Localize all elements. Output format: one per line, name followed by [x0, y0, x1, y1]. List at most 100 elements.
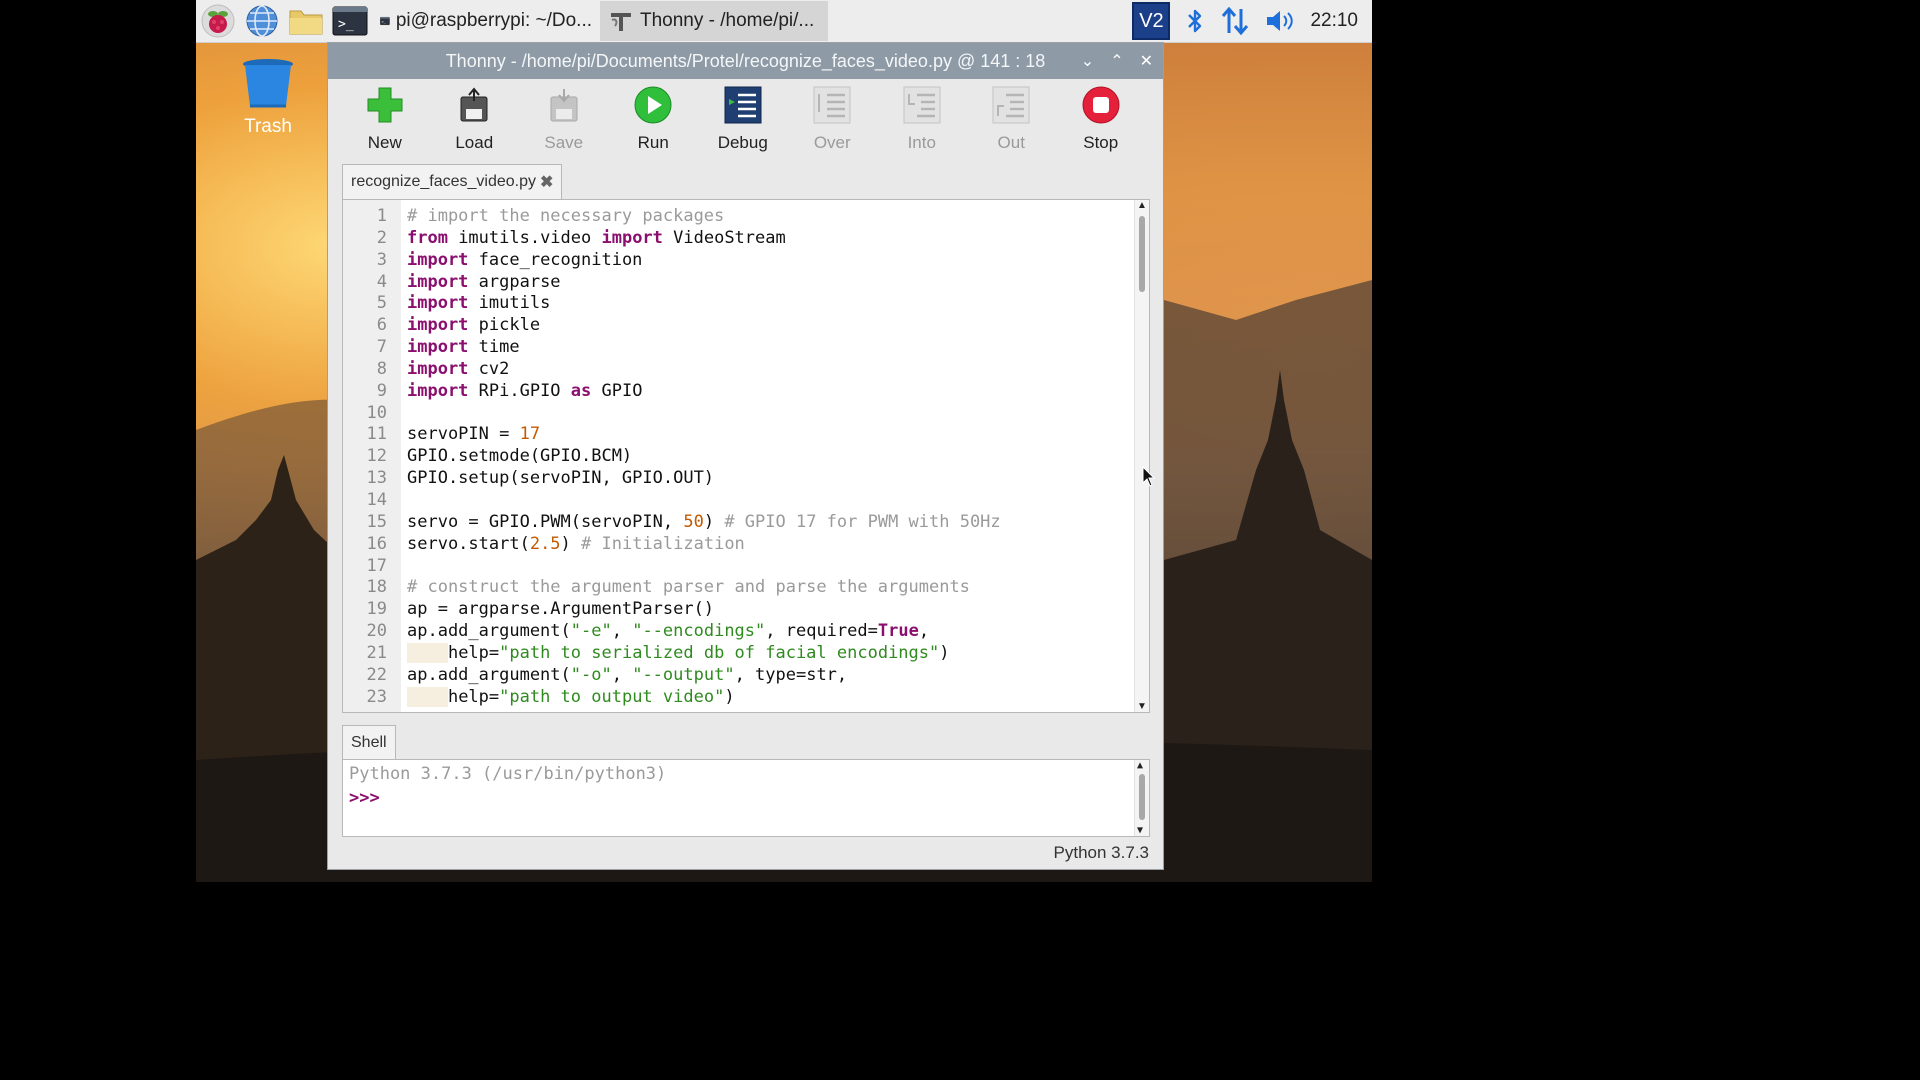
editor-tabs: recognize_faces_video.py ✖ — [342, 164, 563, 199]
taskbar-terminal-label: pi@raspberrypi: ~/Do... — [395, 10, 592, 31]
editor-scroll-thumb[interactable] — [1139, 216, 1145, 292]
thonny-window: Thonny - /home/pi/Documents/Protel/recog… — [327, 42, 1164, 870]
step-over-icon — [813, 86, 851, 124]
code-text: ap.add_argument("-e", "--encodings", req… — [407, 621, 930, 642]
shell-scroll-thumb[interactable] — [1139, 774, 1145, 820]
terminal-launcher[interactable]: >_ — [328, 0, 372, 42]
code-line: 15 servo = GPIO.PWM(servoPIN, 50) # GPIO … — [343, 512, 1137, 534]
code-line: 9 import RPi.GPIO as GPIO — [343, 381, 1137, 403]
thonny-icon — [611, 13, 631, 31]
trash-label: Trash — [244, 116, 292, 137]
code-text: import imutils — [407, 293, 551, 314]
run-button[interactable]: Run — [609, 79, 699, 153]
save-button[interactable]: Save — [519, 79, 609, 153]
code-editor[interactable]: 1 # import the necessary packages 2 from im… — [342, 199, 1150, 713]
code-line: 6 import pickle — [343, 315, 1137, 337]
save-icon — [550, 89, 578, 122]
line-number: 1 — [376, 206, 387, 226]
bluetooth-icon[interactable] — [1184, 7, 1206, 35]
code-line: 3 import face_recognition — [343, 250, 1137, 272]
line-number: 22 — [366, 664, 387, 685]
code-line: 12 GPIO.setmode(GPIO.BCM) — [343, 446, 1137, 468]
window-titlebar[interactable]: Thonny - /home/pi/Documents/Protel/recog… — [328, 43, 1163, 79]
stop-button[interactable]: Stop — [1056, 79, 1146, 153]
code-text: servo = GPIO.PWM(servoPIN, 50) # GPIO 17… — [407, 511, 1001, 532]
code-line: 18 # construct the argument parser and pa… — [343, 577, 1137, 599]
scroll-down-icon[interactable]: ▼ — [1137, 701, 1147, 712]
line-number: 3 — [376, 249, 387, 270]
status-python-version: Python 3.7.3 — [1053, 843, 1149, 862]
editor-tab-file[interactable]: recognize_faces_video.py ✖ — [342, 164, 563, 199]
line-number: 20 — [366, 621, 387, 642]
over-label: Over — [813, 133, 851, 152]
code-line: 7 import time — [343, 337, 1137, 359]
code-line: 16 servo.start(2.5) # Initialization — [343, 534, 1137, 556]
file-manager-launcher[interactable] — [284, 0, 328, 42]
code-text: from imutils.video import VideoStream — [407, 227, 786, 248]
debug-button[interactable]: Debug — [698, 79, 788, 153]
taskbar-thonny-label: Thonny - /home/pi/... — [640, 10, 815, 31]
code-text: servoPIN = 17 — [407, 424, 541, 445]
close-icon[interactable]: ✕ — [1140, 51, 1153, 71]
line-number: 17 — [366, 555, 387, 576]
new-button[interactable]: New — [340, 79, 430, 153]
shell-scrollbar[interactable]: ▲ ▼ — [1134, 760, 1149, 836]
folder-icon — [289, 10, 323, 35]
shell-panel[interactable]: Python 3.7.3 (/usr/bin/python3) >>> ▲ ▼ — [342, 759, 1150, 837]
network-transfer-icon[interactable] — [1220, 6, 1250, 36]
top-panel: >_ >_ pi@raspberrypi: ~/Do... Thonny - /… — [196, 0, 1372, 43]
minimize-icon[interactable]: ⌄ — [1081, 51, 1094, 71]
code-text: import RPi.GPIO as GPIO — [407, 380, 643, 401]
raspberry-menu-button[interactable] — [196, 0, 240, 42]
code-line: 8 import cv2 — [343, 359, 1137, 381]
trash-desktop-icon[interactable]: Trash — [236, 56, 300, 138]
line-number: 7 — [376, 337, 387, 358]
code-text: help="path to serialized db of facial en… — [407, 642, 950, 665]
code-text: GPIO.setmode(GPIO.BCM) — [407, 446, 633, 467]
volume-icon[interactable] — [1264, 7, 1296, 35]
taskbar-terminal-window[interactable]: >_ pi@raspberrypi: ~/Do... — [372, 1, 600, 41]
step-out-icon — [992, 86, 1030, 124]
code-text: import cv2 — [407, 358, 510, 379]
maximize-icon[interactable]: ⌃ — [1110, 51, 1123, 71]
web-browser-launcher[interactable] — [240, 0, 284, 42]
shell-tab[interactable]: Shell — [342, 725, 396, 760]
step-out-button[interactable]: Out — [967, 79, 1057, 153]
code-line: 17 — [343, 556, 1137, 578]
code-line: 11 servoPIN = 17 — [343, 424, 1137, 446]
system-tray: V2 22:10 — [1132, 0, 1358, 42]
line-number: 4 — [376, 271, 387, 292]
load-button[interactable]: Load — [430, 79, 520, 153]
scroll-up-icon[interactable]: ▲ — [1137, 200, 1147, 211]
line-number: 16 — [366, 533, 387, 554]
code-line: 22 ap.add_argument("-o", "--output", type… — [343, 665, 1137, 687]
clock[interactable]: 22:10 — [1310, 10, 1358, 32]
editor-scrollbar[interactable]: ▲ ▼ — [1134, 200, 1149, 712]
svg-text:>_: >_ — [338, 17, 354, 32]
run-label: Run — [637, 133, 669, 152]
into-label: Into — [907, 133, 936, 152]
line-number: 15 — [366, 511, 387, 532]
play-icon — [634, 86, 672, 124]
line-number: 19 — [366, 599, 387, 620]
step-over-button[interactable]: Over — [788, 79, 878, 153]
step-into-button[interactable]: Into — [877, 79, 967, 153]
load-icon — [460, 87, 488, 122]
close-tab-icon[interactable]: ✖ — [540, 172, 553, 192]
line-number: 6 — [376, 315, 387, 336]
line-number: 11 — [366, 424, 387, 445]
out-label: Out — [997, 133, 1025, 152]
scroll-up-icon[interactable]: ▲ — [1137, 760, 1143, 771]
shell-tab-label: Shell — [351, 734, 387, 751]
vnc-icon[interactable]: V2 — [1132, 2, 1171, 40]
code-text: # construct the argument parser and pars… — [407, 577, 970, 598]
toolbar: New Load Save Run Debug Over Into Out St… — [328, 79, 1163, 169]
taskbar-thonny-window[interactable]: Thonny - /home/pi/... — [600, 1, 828, 41]
code-line: 10 — [343, 403, 1137, 425]
code-text: import pickle — [407, 315, 541, 336]
line-number: 18 — [366, 577, 387, 598]
scroll-down-icon[interactable]: ▼ — [1137, 825, 1143, 836]
code-line: 4 import argparse — [343, 272, 1137, 294]
terminal-icon: >_ — [332, 6, 368, 36]
code-text: help="path to output video") — [407, 686, 735, 709]
